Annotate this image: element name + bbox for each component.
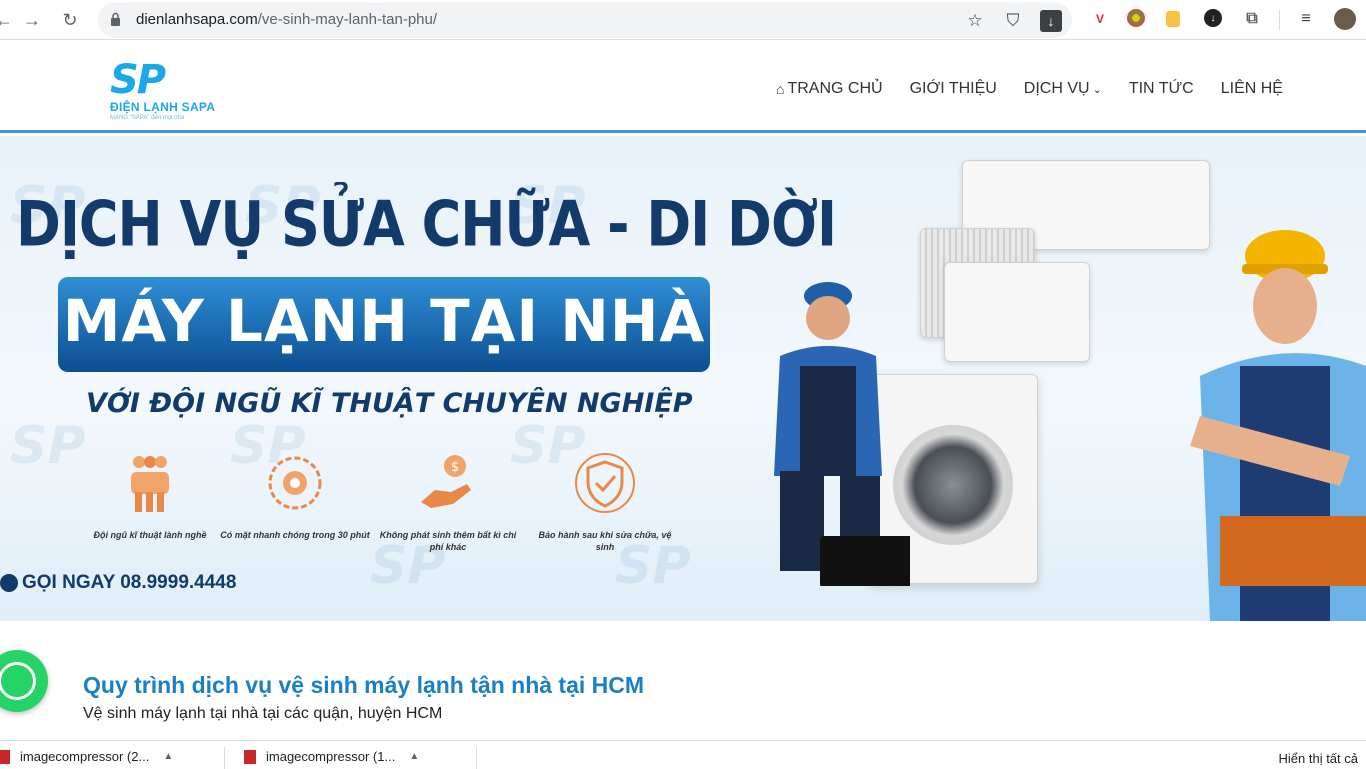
downloads-bar: imagecompressor (2... ▲ imagecompressor … xyxy=(0,740,1366,769)
feature-label: Có mặt nhanh chóng trong 30 phút xyxy=(220,530,370,540)
team-icon xyxy=(131,456,169,512)
toolbar-divider xyxy=(1279,10,1280,30)
file-icon xyxy=(244,749,256,764)
page-subtitle: Vệ sinh máy lạnh tại nhà tại các quận, h… xyxy=(83,705,443,722)
notes-extension-icon[interactable] xyxy=(1166,11,1180,27)
menu-item-about[interactable]: GIỚI THIỆU xyxy=(910,80,997,98)
forward-icon[interactable]: → xyxy=(20,8,44,32)
chrome-extension-icon[interactable] xyxy=(1127,9,1145,27)
chevron-up-icon[interactable]: ▲ xyxy=(163,751,173,762)
vivaldi-extension-icon[interactable]: V xyxy=(1090,9,1110,29)
clock-icon xyxy=(268,456,322,510)
menu-item-contact[interactable]: LIÊN HỆ xyxy=(1221,80,1283,98)
page-title: Quy trình dịch vụ vệ sinh máy lạnh tận n… xyxy=(83,672,645,698)
download-extension-icon[interactable]: ↓ xyxy=(1204,9,1222,27)
url-host: dienlanhsapa.com xyxy=(136,11,258,28)
menu-item-label: DỊCH VỤ xyxy=(1023,80,1090,97)
show-all-downloads-link[interactable]: Hiển thị tất cả xyxy=(1279,751,1359,766)
banner-headline-box: MÁY LẠNH TẠI NHÀ xyxy=(58,277,710,372)
url-text: dienlanhsapa.com/ve-sinh-may-lanh-tan-ph… xyxy=(136,11,437,28)
url-path: /ve-sinh-may-lanh-tan-phu/ xyxy=(257,11,438,28)
phone-icon xyxy=(0,574,18,592)
download-filename: imagecompressor (2... xyxy=(20,749,150,764)
site-logo[interactable]: SP ĐIỆN LẠNH SAPA MANG "SAPA" đến mọi nh… xyxy=(110,60,220,124)
feature-item: $ Không phát sinh thêm bất kì chi phí kh… xyxy=(373,452,523,553)
file-icon xyxy=(0,749,10,764)
hero-banner[interactable]: SP SP SP SP SP SP SP SP DỊCH VỤ SỬA CHỮA… xyxy=(0,136,1366,621)
air-conditioner-image xyxy=(944,262,1090,362)
technician-image xyxy=(774,282,910,586)
feature-list: Đội ngũ kĩ thuật lành nghề Có mặt nhanh … xyxy=(90,452,730,562)
menu-item-services[interactable]: DỊCH VỤ ⌄ xyxy=(1024,80,1102,98)
browser-toolbar: ← → ↻ dienlanhsapa.com/ve-sinh-may-lanh-… xyxy=(0,0,1366,40)
download-item[interactable]: imagecompressor (2... ▲ xyxy=(0,749,173,764)
extensions-puzzle-icon[interactable]: ⧉ xyxy=(1242,9,1262,29)
feature-label: Đội ngũ kĩ thuật lành nghề xyxy=(93,530,207,540)
main-menu: ⌂ TRANG CHỦ GIỚI THIỆU DỊCH VỤ ⌄ TIN TỨC… xyxy=(776,80,1310,98)
chevron-up-icon[interactable]: ▲ xyxy=(409,751,419,762)
back-icon[interactable]: ← xyxy=(0,8,16,32)
menu-item-label: LIÊN HỆ xyxy=(1220,80,1283,97)
address-bar[interactable]: dienlanhsapa.com/ve-sinh-may-lanh-tan-ph… xyxy=(98,2,1072,38)
whatsapp-chat-button[interactable] xyxy=(0,650,48,712)
feature-label: Bảo hành sau khi sửa chữa, vệ sinh xyxy=(538,530,672,552)
call-now-text: GỌI NGAY 08.9999.4448 xyxy=(22,572,237,593)
reload-icon[interactable]: ↻ xyxy=(58,8,82,32)
shield-icon[interactable]: ⛉ xyxy=(1002,10,1024,32)
hand-coin-icon: $ xyxy=(421,455,471,508)
chevron-down-icon: ⌄ xyxy=(1092,83,1102,96)
download-item[interactable]: imagecompressor (1... ▲ xyxy=(244,749,419,764)
washer-door xyxy=(893,425,1013,545)
logo-brand-name: ĐIỆN LẠNH SAPA xyxy=(110,100,216,114)
banner-headline-1: DỊCH VỤ SỬA CHỮA - DI DỜI xyxy=(16,188,837,261)
star-icon[interactable]: ☆ xyxy=(964,10,986,32)
logo-mark: SP xyxy=(110,57,166,103)
banner-headline-3: VỚI ĐỘI NGŨ KĨ THUẬT CHUYÊN NGHIỆP xyxy=(86,388,693,419)
site-header: SP ĐIỆN LẠNH SAPA MANG "SAPA" đến mọi nh… xyxy=(0,46,1366,133)
feature-label: Không phát sinh thêm bất kì chi phí khác xyxy=(379,530,517,552)
worker-image xyxy=(1190,230,1366,621)
menu-item-label: TRANG CHỦ xyxy=(787,80,883,97)
home-icon: ⌂ xyxy=(776,81,785,97)
svg-text:$: $ xyxy=(451,460,459,475)
call-now-link[interactable]: GỌI NGAY 08.9999.4448 xyxy=(0,572,236,594)
shield-check-icon xyxy=(575,453,635,513)
menu-item-home[interactable]: ⌂ TRANG CHỦ xyxy=(776,80,883,98)
download-icon[interactable]: ↓ xyxy=(1040,10,1062,32)
feature-item: Đội ngũ kĩ thuật lành nghề xyxy=(75,452,225,541)
queue-icon[interactable]: ≡ xyxy=(1296,9,1316,29)
download-filename: imagecompressor (1... xyxy=(266,749,396,764)
whatsapp-icon xyxy=(0,662,36,700)
profile-icon[interactable] xyxy=(1334,8,1356,30)
lock-icon xyxy=(111,12,120,26)
feature-item: Có mặt nhanh chóng trong 30 phút xyxy=(220,452,370,541)
download-separator xyxy=(224,747,225,769)
menu-item-news[interactable]: TIN TỨC xyxy=(1129,80,1194,98)
menu-item-label: GIỚI THIỆU xyxy=(909,80,997,97)
logo-slogan: MANG "SAPA" đến mọi nhà xyxy=(110,115,185,121)
feature-item: Bảo hành sau khi sửa chữa, vệ sinh xyxy=(530,452,680,553)
menu-item-label: TIN TỨC xyxy=(1128,80,1194,97)
banner-headline-2: MÁY LẠNH TẠI NHÀ xyxy=(62,287,706,355)
download-separator xyxy=(476,747,477,769)
